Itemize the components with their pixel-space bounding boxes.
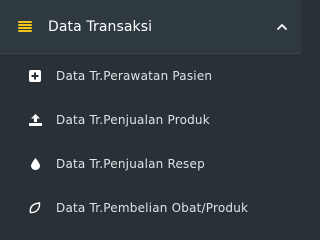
sidebar-menu: Data Transaksi Data Tr.Perawatan Pasien — [0, 0, 301, 230]
submenu-item-label: Data Tr.Penjualan Produk — [56, 113, 210, 127]
submenu-item-penjualan-produk[interactable]: Data Tr.Penjualan Produk — [0, 98, 301, 142]
submenu-item-label: Data Tr.Perawatan Pasien — [56, 69, 213, 83]
submenu: Data Tr.Perawatan Pasien Data Tr.Penjual… — [0, 54, 301, 230]
submenu-item-penjualan-resep[interactable]: Data Tr.Penjualan Resep — [0, 142, 301, 186]
list-icon — [18, 20, 32, 33]
submenu-item-pembelian-obat-produk[interactable]: Data Tr.Pembelian Obat/Produk — [0, 186, 301, 230]
submenu-item-perawatan-pasien[interactable]: Data Tr.Perawatan Pasien — [0, 54, 301, 98]
submenu-item-label: Data Tr.Pembelian Obat/Produk — [56, 201, 249, 215]
submenu-item-label: Data Tr.Penjualan Resep — [56, 157, 205, 171]
leaf-icon — [28, 201, 42, 215]
tint-icon — [28, 157, 42, 171]
chevron-up-icon[interactable] — [277, 22, 287, 32]
plus-square-icon — [28, 69, 42, 83]
upload-icon — [28, 113, 42, 127]
menu-header-data-transaksi[interactable]: Data Transaksi — [0, 0, 301, 54]
menu-header-title: Data Transaksi — [48, 18, 153, 35]
